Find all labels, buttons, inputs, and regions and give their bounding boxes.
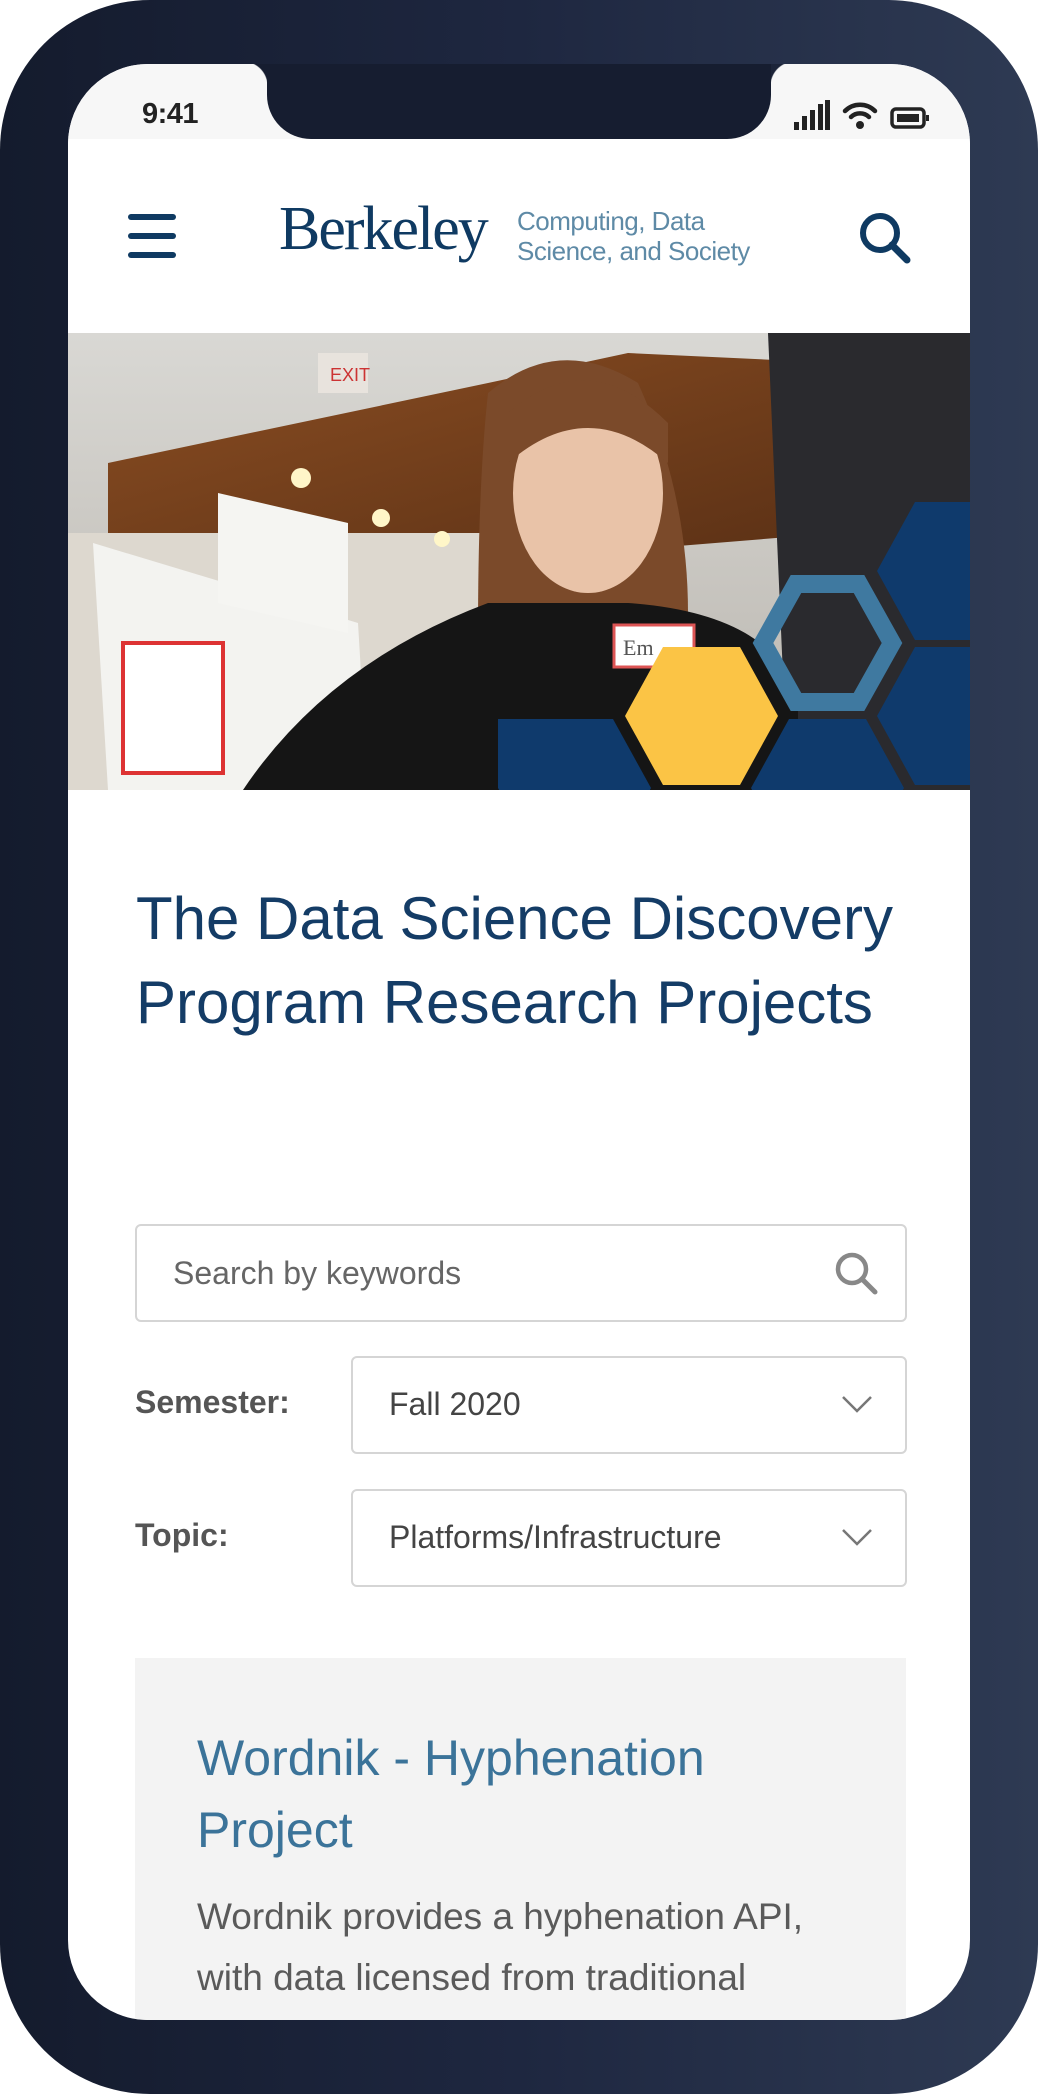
- screen: 9:41 Berkeley Computing, Data Science, a…: [68, 64, 970, 2020]
- project-description: Wordnik provides a hyphenation API, with…: [197, 1896, 804, 2020]
- chevron-down-icon: [842, 1529, 872, 1546]
- hero-image: EXIT Em: [68, 333, 970, 790]
- cellular-signal-icon: [794, 100, 830, 130]
- berkeley-logo[interactable]: Berkeley: [279, 194, 489, 265]
- semester-label: Semester:: [135, 1384, 290, 1420]
- site-header: Berkeley Computing, Data Science, and So…: [68, 139, 970, 333]
- nametag-text: Em: [623, 635, 654, 660]
- topic-value: Platforms/Infrastructure: [389, 1519, 722, 1555]
- hero-photo: EXIT Em: [68, 333, 970, 790]
- svg-text:EXIT: EXIT: [330, 365, 370, 385]
- semester-value: Fall 2020: [389, 1386, 521, 1422]
- wifi-icon: [842, 102, 878, 129]
- search-icon[interactable]: [833, 1250, 879, 1296]
- keyword-search-field[interactable]: [135, 1224, 907, 1322]
- chevron-down-icon: [842, 1396, 872, 1413]
- project-title-link[interactable]: Wordnik - Hyphenation Project: [197, 1722, 837, 1866]
- page-title: The Data Science Discovery Program Resea…: [136, 885, 893, 1036]
- search-input[interactable]: [173, 1226, 813, 1320]
- status-time: 9:41: [142, 98, 199, 130]
- hamburger-menu-icon[interactable]: [128, 214, 176, 258]
- semester-select[interactable]: Fall 2020: [351, 1356, 907, 1454]
- site-tagline: Computing, Data Science, and Society: [517, 206, 750, 266]
- project-card: Wordnik - Hyphenation Project Wordnik pr…: [135, 1658, 906, 2020]
- phone-frame: 9:41 Berkeley Computing, Data Science, a…: [0, 0, 1038, 2094]
- tagline-line: Computing, Data: [517, 206, 705, 236]
- tagline-line: Science, and Society: [517, 236, 750, 266]
- phone-notch: [243, 64, 795, 139]
- topic-label: Topic:: [135, 1517, 229, 1553]
- battery-icon: [890, 107, 929, 129]
- search-icon[interactable]: [857, 210, 913, 266]
- topic-select[interactable]: Platforms/Infrastructure: [351, 1489, 907, 1587]
